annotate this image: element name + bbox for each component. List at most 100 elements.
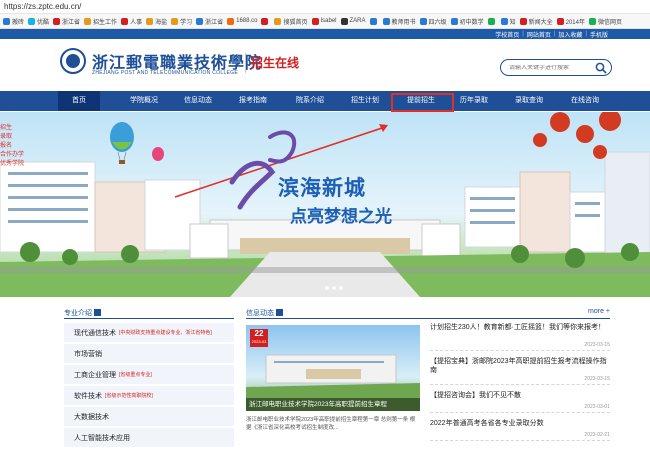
- search-input[interactable]: [509, 64, 589, 71]
- bookmark-item[interactable]: 优酷: [28, 17, 49, 26]
- bookmark-label: 招生工作: [93, 19, 118, 26]
- link-mobile[interactable]: 手机版: [590, 30, 608, 39]
- majors-title: 专业介绍: [64, 307, 234, 319]
- bookmark-item[interactable]: 招生工作: [84, 17, 117, 26]
- major-name[interactable]: 软件技术: [74, 391, 102, 401]
- news-feature-image[interactable]: 22 2023-03 浙江邮电职业技术学院2023年高职提前招生章程: [246, 325, 420, 411]
- news-item[interactable]: 【提招宝典】浙邮院2023年高职提前招生报考流程操作指南 2023-03-15: [430, 355, 610, 385]
- major-note: [省级示范性高职院校]: [105, 393, 153, 399]
- major-name[interactable]: 人工智能技术应用: [74, 433, 130, 443]
- nav-news[interactable]: 信息动态: [175, 91, 221, 111]
- link-school-home[interactable]: 学校首页: [495, 30, 519, 39]
- side-link[interactable]: 合作办学: [0, 151, 24, 160]
- bookmark-favicon-icon: [519, 17, 527, 25]
- news-item-title[interactable]: 2022年普通高考各省各专业录取分数: [430, 419, 610, 428]
- carousel-dot[interactable]: [325, 286, 329, 290]
- major-item[interactable]: 人工智能技术应用: [64, 428, 234, 448]
- side-link[interactable]: 录取: [0, 133, 24, 142]
- banner-side-links: 招生 录取 报名 合作办学 优秀学院: [0, 124, 24, 169]
- bookmark-item[interactable]: Isabel: [311, 17, 337, 25]
- major-note: [省级重点专业]: [119, 372, 152, 378]
- news-item-date: 2023-02-21: [584, 432, 610, 438]
- banner-slogan-2: 点亮梦想之光: [290, 207, 392, 227]
- bookmark-item[interactable]: 1688.co: [227, 17, 257, 25]
- nav-query[interactable]: 录取查询: [506, 91, 552, 111]
- more-link[interactable]: more +: [588, 308, 610, 315]
- search-icon[interactable]: [595, 62, 607, 74]
- news-item[interactable]: 【提招咨询会】我们不见不散 2023-03-01: [430, 389, 610, 413]
- major-item[interactable]: 市场营销: [64, 344, 234, 364]
- bookmark-favicon-icon: [419, 17, 427, 25]
- major-item[interactable]: 软件技术 [省级示范性高职院校]: [64, 386, 234, 406]
- major-item[interactable]: 工商企业管理 [省级重点专业]: [64, 365, 234, 385]
- bookmark-item[interactable]: [369, 17, 379, 25]
- top-strip: 学校首页 | 网站首页 | 加入收藏 | 手机版: [0, 29, 650, 39]
- address-bar[interactable]: https://zs.zptc.edu.cn/: [0, 0, 650, 14]
- major-name[interactable]: 工商企业管理: [74, 370, 116, 380]
- news-item-title[interactable]: 【提招宝典】浙邮院2023年高职提前招生报考流程操作指南: [430, 357, 610, 375]
- news-item-title[interactable]: 【提招咨询会】我们不见不散: [430, 391, 610, 400]
- major-name[interactable]: 现代通信技术: [74, 328, 116, 338]
- carousel-dot[interactable]: [332, 286, 336, 290]
- school-name-en: ZHEJIANG POST AND TELECOMMUNICATION COLL…: [92, 70, 238, 76]
- school-emblem-icon[interactable]: [60, 48, 86, 74]
- bookmark-item[interactable]: ZARA: [340, 17, 366, 25]
- bookmark-favicon-icon: [487, 17, 495, 25]
- bookmark-label: 教师用书: [391, 19, 416, 26]
- carousel-dot[interactable]: [339, 286, 343, 290]
- nav-consult[interactable]: 在线咨询: [562, 91, 608, 111]
- major-name[interactable]: 市场营销: [74, 349, 102, 359]
- bookmark-label: ZARA: [349, 18, 366, 24]
- banner-slogan-1: 滨海新城: [278, 176, 366, 200]
- bookmark-item[interactable]: 浙江省: [53, 17, 80, 26]
- url-text[interactable]: https://zs.zptc.edu.cn/: [4, 2, 81, 11]
- bookmark-item[interactable]: 2014年: [556, 17, 585, 26]
- bookmark-item[interactable]: 搜狐首页: [274, 17, 308, 26]
- main-nav: 首页 学院概况 信息动态 报考指南 院系介绍 招生计划 提前招生 历年录取 录取…: [0, 91, 650, 111]
- nav-guide[interactable]: 报考指南: [230, 91, 276, 111]
- side-link[interactable]: 招生: [0, 124, 24, 133]
- major-name[interactable]: 大数据技术: [74, 412, 109, 422]
- bookmark-item[interactable]: [261, 17, 270, 25]
- news-feature-caption[interactable]: 浙江邮电职业技术学院2023年高职提前招生章程: [246, 398, 420, 411]
- bookmark-item[interactable]: 新闻大全: [519, 17, 553, 26]
- bookmark-item[interactable]: 人事: [121, 17, 142, 26]
- nav-home[interactable]: 首页: [58, 91, 100, 111]
- bookmark-item[interactable]: 四六级: [419, 17, 447, 26]
- news-section: 信息动态 more + 22 2023-03 浙江邮电职业技术学院2023年高职…: [246, 307, 610, 441]
- hero-banner[interactable]: 滨海新城 点亮梦想之光 招生 录取 报名 合作办学 优秀学院: [0, 112, 650, 297]
- bookmark-item[interactable]: 浙江省: [196, 17, 223, 26]
- search-box[interactable]: [500, 59, 612, 76]
- news-item[interactable]: 计划招生230人！教育新都·工匠摇篮！我们等你来报考！ 2023-03-15: [430, 321, 610, 351]
- bookmark-item[interactable]: 学习: [171, 17, 192, 26]
- nav-about[interactable]: 学院概况: [121, 91, 167, 111]
- bookmark-item[interactable]: 海盐: [146, 17, 167, 26]
- bookmark-favicon-icon: [84, 17, 92, 25]
- nav-plan[interactable]: 招生计划: [342, 91, 388, 111]
- news-day: 22: [254, 329, 264, 338]
- side-link[interactable]: 报名: [0, 142, 24, 151]
- bookmark-label: 浙江省: [62, 19, 81, 26]
- bookmark-favicon-icon: [146, 17, 154, 25]
- bookmark-item[interactable]: [487, 17, 497, 25]
- news-item-title[interactable]: 计划招生230人！教育新都·工匠摇篮！我们等你来报考！: [430, 323, 610, 332]
- bookmark-favicon-icon: [274, 17, 282, 25]
- bookmark-label: 初中数学: [459, 19, 484, 26]
- bookmark-item[interactable]: 微信网页: [588, 17, 622, 26]
- carousel-dots[interactable]: [325, 286, 343, 290]
- bookmark-item[interactable]: 搬砖: [3, 17, 24, 26]
- bookmark-item[interactable]: 知: [500, 17, 516, 26]
- bookmark-item[interactable]: 教师用书: [382, 17, 416, 26]
- link-add-favorite[interactable]: 加入收藏: [558, 30, 582, 39]
- news-item[interactable]: 2022年普通高考各省各专业录取分数 2023-02-21: [430, 417, 610, 441]
- side-link[interactable]: 优秀学院: [0, 160, 24, 169]
- news-item-date: 2023-03-01: [584, 404, 610, 410]
- link-site-home[interactable]: 网站首页: [527, 30, 551, 39]
- bookmark-favicon-icon: [500, 17, 508, 25]
- major-item[interactable]: 大数据技术: [64, 407, 234, 427]
- bookmark-item[interactable]: 初中数学: [450, 17, 484, 26]
- separator: |: [522, 31, 524, 37]
- nav-departments[interactable]: 院系介绍: [287, 91, 333, 111]
- major-item[interactable]: 现代通信技术 [中央财政支持重点建设专业、浙江省特色]: [64, 323, 234, 343]
- nav-history[interactable]: 历年录取: [451, 91, 497, 111]
